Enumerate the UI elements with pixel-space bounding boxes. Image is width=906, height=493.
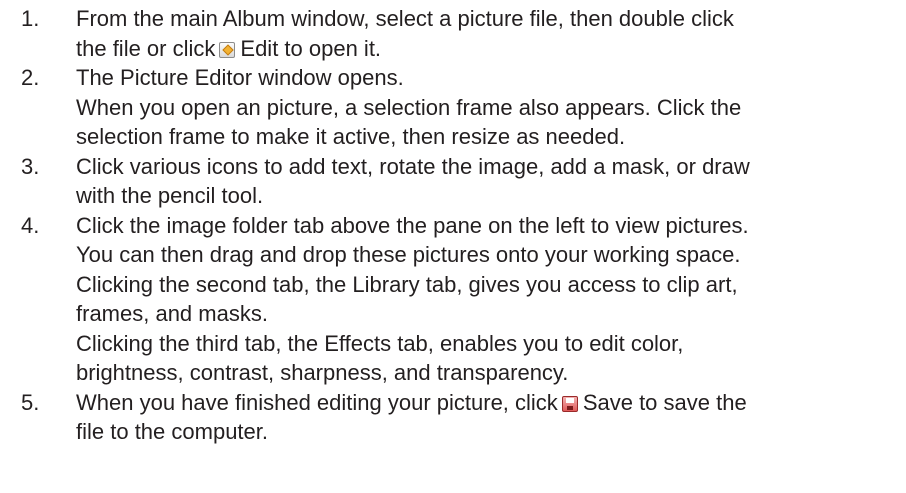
step-text-line: Clicking the third tab, the Effects tab,… bbox=[76, 330, 684, 356]
step-text-fragment: Save to save the bbox=[582, 389, 747, 415]
step-text-line: Click the image folder tab above the pan… bbox=[76, 212, 749, 238]
step-text-line: brightness, contrast, sharpness, and tra… bbox=[76, 360, 569, 385]
edit-icon bbox=[219, 41, 236, 58]
steps-list: 1. From the main Album window, select a … bbox=[0, 0, 906, 447]
step-3: 3. Click various icons to add text, rota… bbox=[0, 152, 906, 211]
step-text-line: Click various icons to add text, rotate … bbox=[76, 153, 750, 179]
step-text-fragment: the file or click bbox=[76, 35, 216, 61]
step-5: 5. When you have finished editing your p… bbox=[0, 388, 906, 447]
step-text-line: with the pencil tool. bbox=[76, 183, 264, 208]
step-number: 3. bbox=[21, 153, 40, 179]
step-text-line: Clicking the second tab, the Library tab… bbox=[76, 271, 738, 297]
step-text-line: You can then drag and drop these picture… bbox=[76, 242, 741, 267]
step-text-line: From the main Album window, select a pic… bbox=[76, 6, 734, 31]
step-text-line: The Picture Editor window opens. bbox=[76, 65, 404, 90]
save-icon bbox=[561, 395, 578, 412]
step-number: 4. bbox=[21, 212, 40, 238]
step-4: 4. Click the image folder tab above the … bbox=[0, 211, 906, 388]
step-text-fragment: When you have finished editing your pict… bbox=[76, 389, 558, 415]
step-2: 2. The Picture Editor window opens. When… bbox=[0, 63, 906, 152]
step-number: 2. bbox=[21, 65, 40, 90]
step-text-line: file to the computer. bbox=[76, 419, 268, 444]
step-text-line: When you have finished editing your pict… bbox=[76, 388, 906, 418]
step-text-line: selection frame to make it active, then … bbox=[76, 124, 626, 149]
instruction-document: 1. From the main Album window, select a … bbox=[0, 0, 906, 447]
step-text-line: When you open an picture, a selection fr… bbox=[76, 94, 742, 120]
step-1: 1. From the main Album window, select a … bbox=[0, 4, 906, 63]
step-text-fragment: Edit to open it. bbox=[240, 35, 382, 61]
step-number: 1. bbox=[21, 6, 40, 31]
step-number: 5. bbox=[21, 389, 40, 415]
step-text-line: frames, and masks. bbox=[76, 301, 268, 326]
step-text-line: the file or click Edit to open it. bbox=[76, 34, 906, 64]
